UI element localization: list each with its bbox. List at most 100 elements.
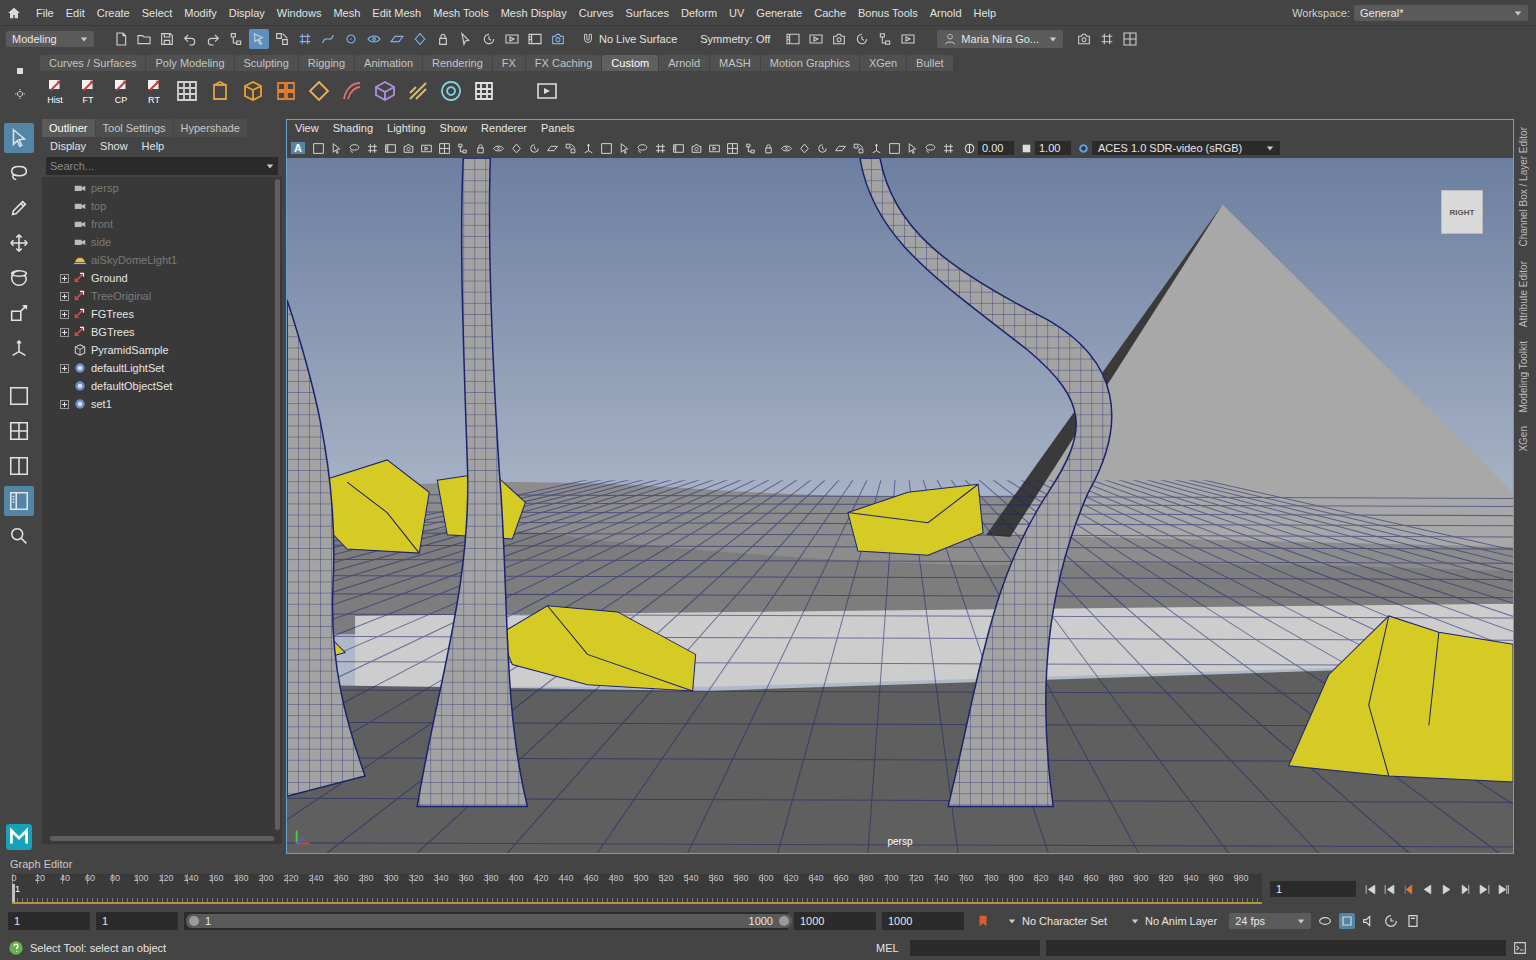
expand-icon[interactable]: [60, 202, 69, 211]
outliner-item[interactable]: aiSkyDomeLight1: [42, 251, 272, 269]
panel-tab[interactable]: Hypershade: [174, 119, 247, 137]
viewport-tool[interactable]: [563, 140, 579, 156]
render-tool[interactable]: [898, 29, 918, 49]
playback-icon[interactable]: [1459, 883, 1472, 896]
gamma-field[interactable]: 1.00: [1035, 141, 1071, 155]
script-editor-icon[interactable]: [1512, 940, 1528, 956]
viewport-tool[interactable]: [329, 140, 345, 156]
shelf-tool[interactable]: [304, 76, 334, 106]
menu-item[interactable]: Curves: [573, 7, 620, 19]
language-toggle[interactable]: MEL: [876, 942, 904, 954]
playback-option-icon[interactable]: [1339, 913, 1355, 929]
expand-icon[interactable]: [60, 400, 69, 409]
tool-button[interactable]: [4, 228, 34, 258]
menu-item[interactable]: Create: [91, 7, 136, 19]
status-icon[interactable]: [387, 29, 407, 49]
auto-key-icon[interactable]: [976, 914, 990, 928]
shelf-tool[interactable]: [337, 76, 367, 106]
status-icon[interactable]: [249, 29, 269, 49]
menu-item[interactable]: UV: [723, 7, 750, 19]
user-dropdown[interactable]: Maria Nira Go...: [937, 30, 1063, 48]
outliner-item[interactable]: defaultLightSet: [42, 359, 272, 377]
menu-set-dropdown[interactable]: Modeling: [6, 31, 94, 47]
viewport-tool[interactable]: [509, 140, 525, 156]
shelf-tool[interactable]: [469, 76, 499, 106]
viewport-tool[interactable]: [761, 140, 777, 156]
shelf-tab[interactable]: MASH: [710, 55, 760, 71]
menu-item[interactable]: Display: [50, 140, 86, 152]
status-icon[interactable]: [479, 29, 499, 49]
anim-start-field[interactable]: 1: [96, 912, 178, 930]
ui-toggle[interactable]: [1074, 29, 1094, 49]
viewport-tool[interactable]: [455, 140, 471, 156]
status-icon[interactable]: [226, 29, 246, 49]
menu-item[interactable]: Shading: [333, 122, 373, 136]
viewport-tool[interactable]: [653, 140, 669, 156]
search-field[interactable]: Search...: [46, 157, 278, 175]
playhead[interactable]: 1: [12, 884, 15, 902]
shelf-tab[interactable]: Rendering: [423, 55, 492, 71]
anim-end-field[interactable]: 1000: [794, 912, 876, 930]
viewport-tool[interactable]: [707, 140, 723, 156]
start-time-field[interactable]: 1: [8, 912, 90, 930]
status-icon[interactable]: [502, 29, 522, 49]
current-frame-field[interactable]: 1: [1270, 881, 1356, 897]
menu-item[interactable]: Show: [440, 122, 468, 136]
character-set-dropdown[interactable]: No Character Set: [996, 913, 1113, 929]
viewport-tool[interactable]: [365, 140, 381, 156]
viewport-tool[interactable]: [401, 140, 417, 156]
menu-item[interactable]: Edit: [60, 7, 91, 19]
shelf-tool[interactable]: [172, 76, 202, 106]
outliner-item[interactable]: defaultObjectSet: [42, 377, 272, 395]
status-icon[interactable]: [272, 29, 292, 49]
range-fill[interactable]: 11000: [186, 914, 792, 928]
status-icon[interactable]: [111, 29, 131, 49]
playback-icon[interactable]: [1364, 883, 1377, 896]
playback-option-icon[interactable]: [1383, 913, 1399, 929]
panel-tab[interactable]: Tool Settings: [96, 119, 173, 137]
outliner-item[interactable]: front: [42, 215, 272, 233]
shelf-tab[interactable]: Animation: [355, 55, 422, 71]
side-tab[interactable]: Attribute Editor: [1518, 261, 1536, 327]
side-tab[interactable]: XGen: [1518, 426, 1536, 452]
horizontal-scrollbar[interactable]: [42, 832, 282, 844]
render-tool[interactable]: [875, 29, 895, 49]
shelf-tool[interactable]: [532, 76, 562, 106]
viewport-tool[interactable]: [923, 140, 939, 156]
fps-dropdown[interactable]: 24 fps: [1229, 913, 1311, 929]
layout-button[interactable]: [4, 451, 34, 481]
layout-button[interactable]: [4, 416, 34, 446]
menu-item[interactable]: Display: [223, 7, 271, 19]
outliner-item[interactable]: PyramidSample: [42, 341, 272, 359]
graph-editor-label[interactable]: Graph Editor: [10, 858, 72, 870]
viewport-tool[interactable]: [743, 140, 759, 156]
status-icon[interactable]: [157, 29, 177, 49]
status-icon[interactable]: [341, 29, 361, 49]
shelf-tab[interactable]: Motion Graphics: [761, 55, 859, 71]
status-icon[interactable]: [410, 29, 430, 49]
viewport-tool[interactable]: [851, 140, 867, 156]
render-tool[interactable]: [783, 29, 803, 49]
viewport-tool[interactable]: [581, 140, 597, 156]
viewport-tool[interactable]: [617, 140, 633, 156]
status-icon[interactable]: [456, 29, 476, 49]
viewport-tool[interactable]: [887, 140, 903, 156]
menu-item[interactable]: Generate: [750, 7, 808, 19]
status-icon[interactable]: [433, 29, 453, 49]
menu-item[interactable]: Renderer: [481, 122, 527, 136]
expand-icon[interactable]: [60, 310, 69, 319]
menu-item[interactable]: Mesh Display: [495, 7, 573, 19]
workspace-dropdown[interactable]: General*: [1354, 5, 1528, 21]
outliner-item[interactable]: TreeOriginal: [42, 287, 272, 305]
playback-icon[interactable]: [1440, 883, 1453, 896]
shelf-tab[interactable]: Rigging: [299, 55, 354, 71]
render-tool[interactable]: [829, 29, 849, 49]
layout-button[interactable]: [4, 486, 34, 516]
playback-icon[interactable]: [1497, 883, 1510, 896]
shelf-button[interactable]: RT: [139, 77, 169, 105]
exposure-field[interactable]: 0.00: [978, 141, 1014, 155]
gamma-icon[interactable]: [1020, 142, 1033, 155]
status-icon[interactable]: [203, 29, 223, 49]
expand-icon[interactable]: [60, 184, 69, 193]
tool-button[interactable]: [4, 333, 34, 363]
